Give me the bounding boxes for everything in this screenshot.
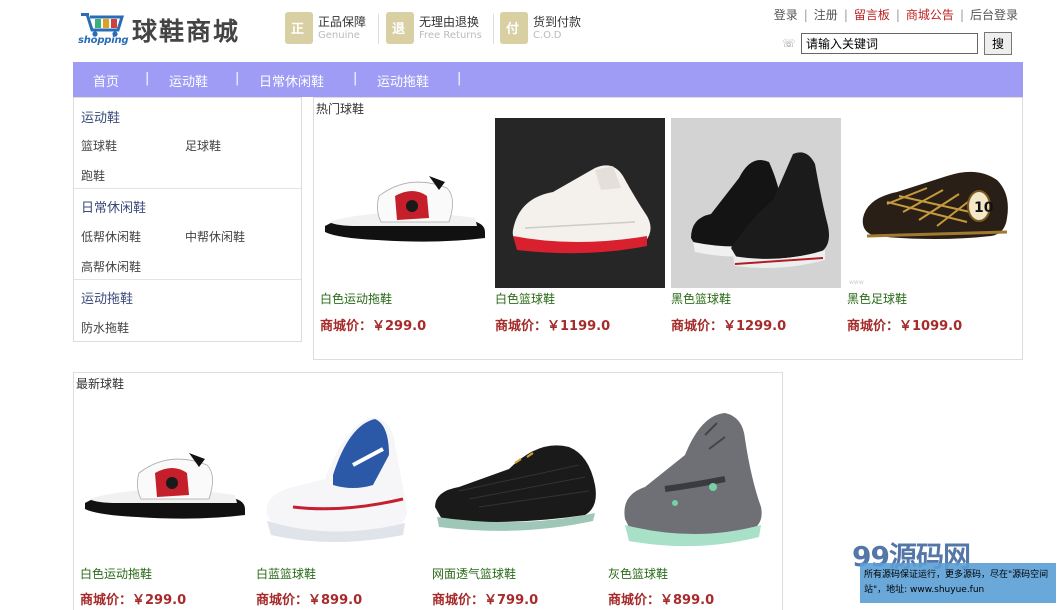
category-link[interactable]: 高帮休闲鞋 — [81, 258, 141, 275]
category-link[interactable]: 中帮休闲鞋 — [185, 228, 245, 245]
nav-divider: | — [457, 71, 462, 86]
category-link[interactable]: 跑鞋 — [81, 167, 105, 184]
category-sidebar: 运动鞋 篮球鞋 足球鞋 跑鞋 日常休闲鞋 低帮休闲鞋 中帮休闲鞋 高帮休闲鞋 运… — [73, 97, 302, 342]
product-name[interactable]: 黑色篮球鞋 — [671, 290, 731, 307]
product-image[interactable] — [495, 118, 665, 288]
search-button[interactable]: 搜 — [984, 32, 1012, 55]
product-image[interactable] — [429, 395, 599, 565]
category-link[interactable]: 足球鞋 — [185, 137, 221, 154]
shoe-image: 10 www — [849, 171, 1008, 286]
shoe-image — [495, 118, 665, 288]
cod-icon: 付 — [500, 12, 528, 44]
product-price: 商城价：￥899.0 — [608, 593, 715, 608]
product-name[interactable]: 白色运动拖鞋 — [320, 290, 392, 307]
product-name[interactable]: 白蓝篮球鞋 — [256, 565, 316, 582]
shoe-image — [266, 417, 407, 542]
product-name[interactable]: 灰色篮球鞋 — [608, 565, 668, 582]
login-link[interactable]: 登录 — [774, 8, 798, 22]
watermark-text: 所有源码保证运行，更多源码，尽在"源码空间站"，地址: www.shuyue.f… — [864, 570, 1049, 595]
svg-text:10: 10 — [974, 200, 994, 216]
product-price: 商城价：￥1099.0 — [847, 319, 963, 334]
product-price: 商城价：￥1199.0 — [495, 319, 611, 334]
page: shopping 球鞋商城 正 正品保障 Genuine 退 无理由退换 Fre… — [0, 0, 1064, 610]
site-logo[interactable]: shopping — [78, 8, 129, 48]
return-icon: 退 — [386, 12, 414, 44]
divider — [378, 14, 379, 44]
shopping-cart-icon — [81, 13, 125, 37]
section-title: 最新球鞋 — [76, 377, 125, 391]
shield-icon: 正 — [285, 12, 313, 44]
admin-login-link[interactable]: 后台登录 — [970, 8, 1018, 22]
product-image[interactable] — [605, 395, 775, 565]
product-name[interactable]: 网面透气篮球鞋 — [432, 565, 516, 582]
product-name[interactable]: 白色运动拖鞋 — [80, 565, 152, 582]
register-link[interactable]: 注册 — [814, 8, 838, 22]
category-title[interactable]: 运动拖鞋 — [81, 288, 133, 307]
nav-divider: | — [235, 71, 240, 86]
product-price: 商城价：￥899.0 — [256, 593, 363, 608]
category-title[interactable]: 日常休闲鞋 — [81, 197, 146, 216]
product-image[interactable] — [671, 118, 841, 288]
category-title[interactable]: 运动鞋 — [81, 107, 120, 126]
product-price: 商城价：￥1299.0 — [671, 319, 787, 334]
shoe-image — [624, 413, 762, 547]
nav-sports-shoes[interactable]: 运动鞋 — [169, 71, 208, 90]
product-price: 商城价：￥799.0 — [432, 593, 539, 608]
product-name[interactable]: 白色篮球鞋 — [495, 290, 555, 307]
product-price: 商城价：￥299.0 — [320, 319, 427, 334]
product-image[interactable] — [317, 118, 487, 288]
guestbook-link[interactable]: 留言板 — [854, 8, 890, 22]
hot-products-section: 热门球鞋 白色运动拖鞋 商城价：￥299.0 白色篮球鞋 商城价：￥1199.0… — [313, 97, 1023, 360]
main-nav: 首页 | 运动鞋 | 日常休闲鞋 | 运动拖鞋 | — [73, 62, 1023, 97]
svg-text:www: www — [849, 279, 864, 286]
logo-text: shopping — [78, 35, 129, 46]
divider — [74, 279, 301, 280]
product-image[interactable] — [77, 395, 247, 565]
product-name[interactable]: 黑色足球鞋 — [847, 290, 907, 307]
sandal-image — [85, 453, 245, 519]
category-link[interactable]: 篮球鞋 — [81, 137, 117, 154]
shoe-image — [435, 445, 596, 531]
sandal-image — [325, 176, 485, 242]
product-image[interactable]: 10 www — [847, 118, 1019, 288]
phone-icon: ☏ — [782, 37, 796, 50]
shoe-image — [671, 118, 841, 288]
nav-divider: | — [145, 71, 150, 86]
feature-cod: 付 货到付款 C.O.D — [500, 12, 590, 46]
divider — [74, 188, 301, 189]
product-image[interactable] — [253, 395, 423, 565]
nav-sports-slippers[interactable]: 运动拖鞋 — [377, 71, 429, 90]
top-links: 登录 | 注册 | 留言板 | 商城公告 | 后台登录 — [773, 8, 1018, 22]
search-input[interactable] — [801, 33, 978, 54]
feature-free-returns: 退 无理由退换 Free Returns — [386, 12, 491, 46]
product-price: 商城价：￥299.0 — [80, 593, 187, 608]
nav-divider: | — [353, 71, 358, 86]
nav-casual-shoes[interactable]: 日常休闲鞋 — [259, 71, 324, 90]
nav-home[interactable]: 首页 — [93, 71, 119, 90]
category-link[interactable]: 防水拖鞋 — [81, 319, 129, 336]
section-title: 热门球鞋 — [316, 102, 365, 116]
announcement-link[interactable]: 商城公告 — [906, 8, 954, 22]
category-link[interactable]: 低帮休闲鞋 — [81, 228, 141, 245]
site-title: 球鞋商城 — [132, 17, 241, 46]
feature-genuine: 正 正品保障 Genuine — [285, 12, 375, 46]
divider — [493, 14, 494, 44]
new-products-section: 最新球鞋 白色运动拖鞋 商城价：￥299.0 白蓝篮球鞋 商城价：￥899.0 … — [73, 372, 783, 610]
